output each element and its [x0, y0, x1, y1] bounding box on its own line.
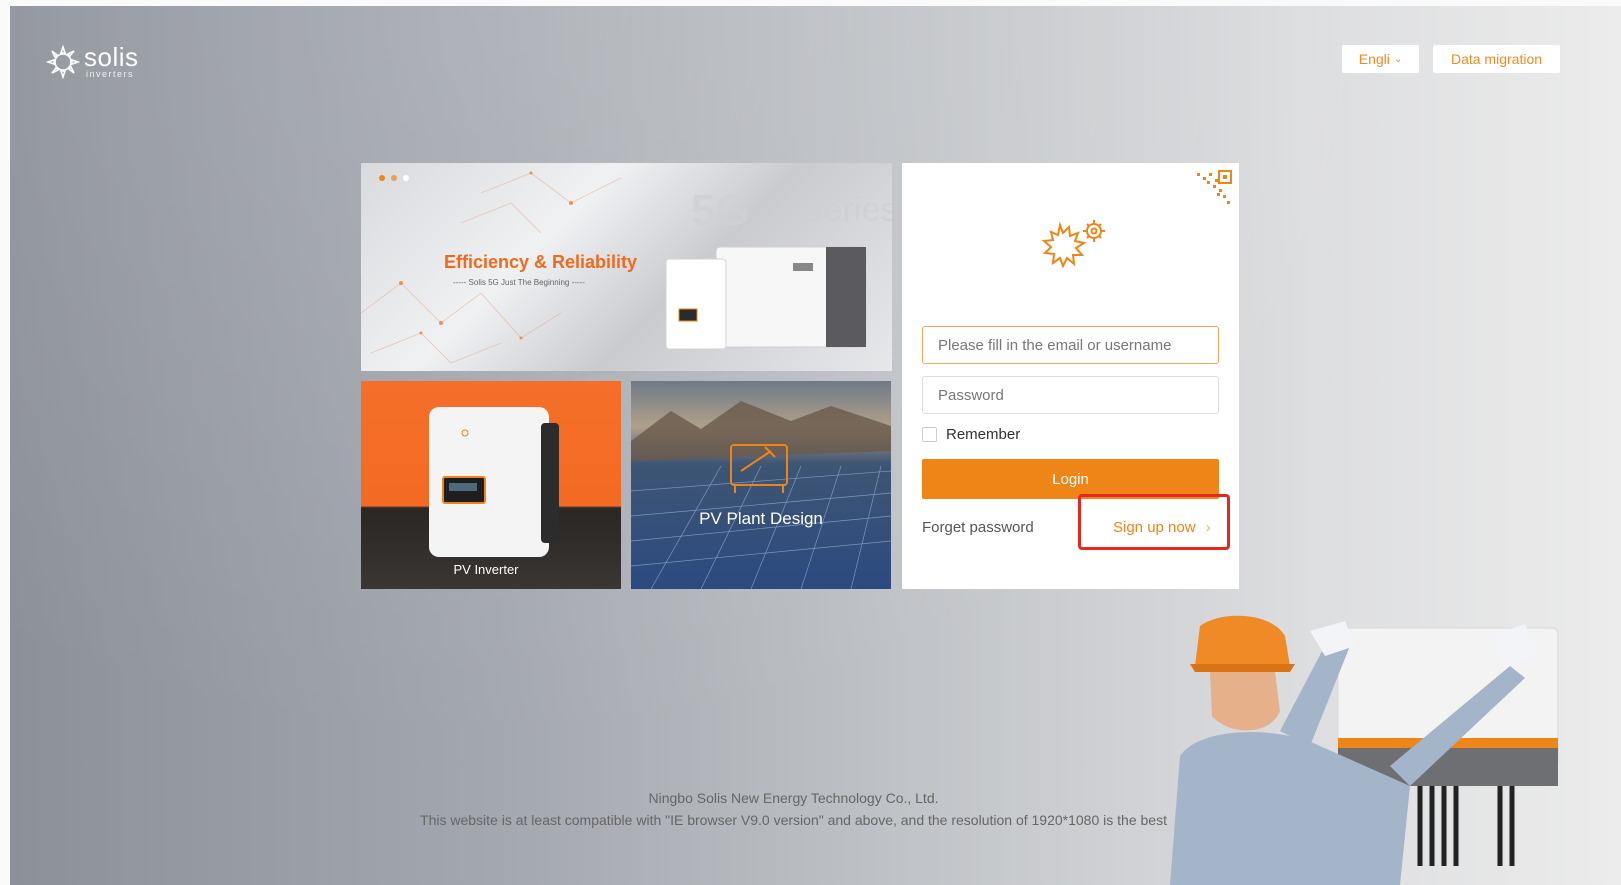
- remember-checkbox[interactable]: [922, 427, 937, 442]
- username-input[interactable]: [922, 326, 1219, 364]
- series-watermark: 5G: [691, 186, 750, 235]
- qr-code-icon[interactable]: [1189, 169, 1233, 213]
- carousel-dot[interactable]: [391, 175, 397, 181]
- installer-illustration: [1170, 615, 1559, 885]
- remember-label: Remember: [946, 426, 1021, 443]
- banner-headline: Efficiency & Reliability: [444, 252, 638, 272]
- chevron-down-icon: ⌄: [1393, 53, 1403, 65]
- footer-company: Ningbo Solis New Energy Technology Co., …: [648, 790, 939, 806]
- pv-inverter-tile[interactable]: PV Inverter: [361, 381, 621, 589]
- forget-password-link[interactable]: Forget password: [922, 519, 1034, 536]
- carousel-dot[interactable]: [403, 175, 409, 181]
- carousel-dot-active[interactable]: [379, 175, 385, 181]
- solis-sun-gear-icon: [1041, 220, 1105, 269]
- banner-tagline: ----- Solis 5G Just The Beginning -----: [453, 278, 585, 287]
- data-migration-button[interactable]: Data migration: [1433, 45, 1560, 73]
- solis-logo[interactable]: solis inverters: [46, 44, 139, 79]
- solar-panel-image: [631, 401, 891, 589]
- language-select[interactable]: Engli ⌄: [1342, 45, 1419, 73]
- pv-plant-design-label: PV Plant Design: [699, 509, 823, 528]
- logo-name: solis: [84, 42, 139, 72]
- pv-plant-design-tile[interactable]: PV Plant Design: [631, 381, 891, 589]
- svg-text:Series: Series: [801, 191, 892, 229]
- inverter-product-image: [429, 407, 559, 557]
- carousel-dots: [379, 175, 409, 181]
- language-label: Engli: [1358, 51, 1390, 67]
- login-button[interactable]: Login: [922, 459, 1219, 499]
- logo-subtitle: inverters: [86, 69, 135, 79]
- sign-up-highlight-box: [1078, 494, 1230, 550]
- remember-checkbox-row[interactable]: Remember: [922, 426, 1020, 443]
- promo-banner-carousel[interactable]: 5G Series Efficiency & Reliability -----…: [361, 163, 892, 371]
- footer-compat-note: This website is at least compatible with…: [420, 812, 1167, 828]
- logo-text: solis inverters: [84, 44, 139, 79]
- pv-inverter-label: PV Inverter: [453, 562, 519, 577]
- password-input[interactable]: [922, 376, 1219, 414]
- login-page-background: solis inverters Engli ⌄ Data migration 5…: [10, 6, 1621, 885]
- sun-logo-icon: [46, 44, 80, 79]
